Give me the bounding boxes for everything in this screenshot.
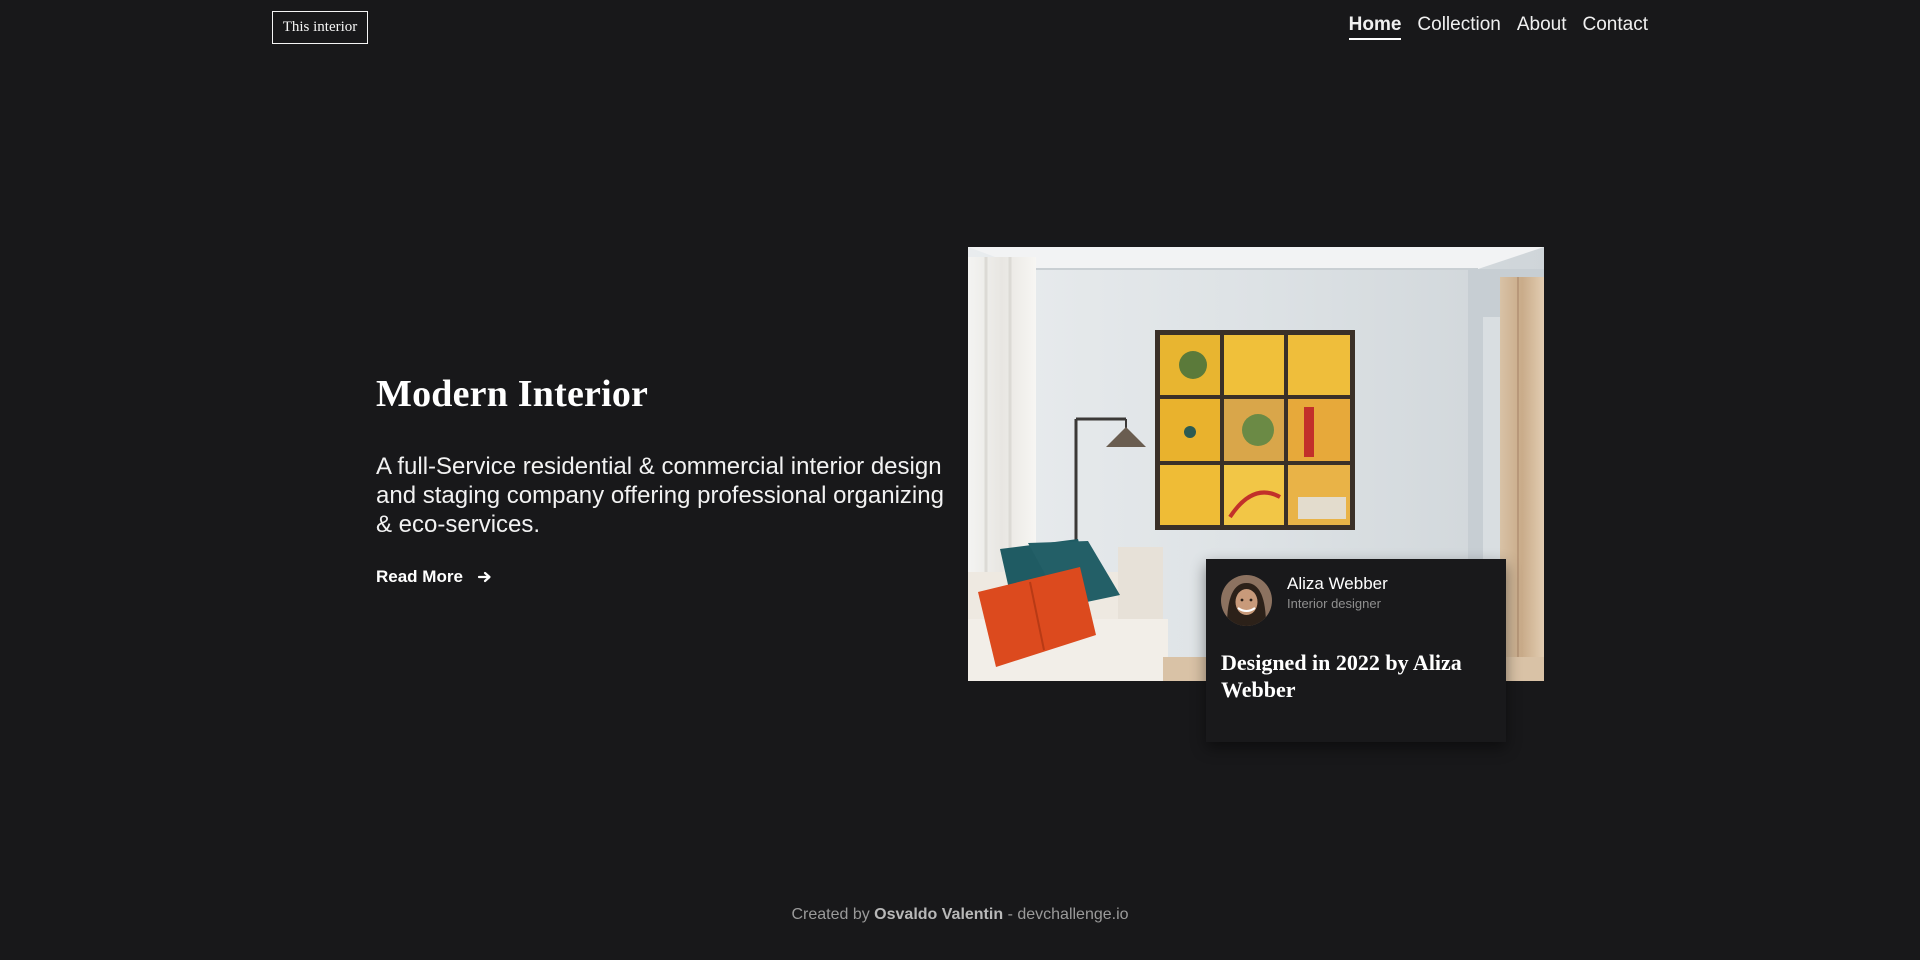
main-nav: Home Collection About Contact bbox=[1348, 14, 1648, 40]
footer-author[interactable]: Osvaldo Valentin bbox=[874, 906, 1003, 923]
hero-description: A full-Service residential & commercial … bbox=[376, 453, 944, 538]
footer-separator: - bbox=[1007, 906, 1013, 923]
avatar bbox=[1221, 575, 1272, 626]
read-more-link[interactable]: Read More bbox=[376, 567, 493, 587]
footer: Created by Osvaldo Valentin - devchallen… bbox=[0, 906, 1920, 924]
nav-about[interactable]: About bbox=[1517, 14, 1567, 40]
footer-site[interactable]: devchallenge.io bbox=[1017, 906, 1128, 923]
site-header: This interior Home Collection About Cont… bbox=[0, 0, 1920, 56]
nav-home[interactable]: Home bbox=[1348, 14, 1402, 40]
designer-card: Aliza Webber Interior designer Designed … bbox=[1206, 559, 1506, 742]
logo[interactable]: This interior bbox=[272, 11, 368, 44]
card-title: Designed in 2022 by Aliza Webber bbox=[1221, 650, 1462, 702]
read-more-label: Read More bbox=[376, 567, 463, 586]
nav-contact[interactable]: Contact bbox=[1583, 14, 1648, 40]
footer-prefix: Created by bbox=[791, 906, 870, 923]
nav-collection[interactable]: Collection bbox=[1417, 14, 1500, 40]
hero-title: Modern Interior bbox=[376, 373, 649, 415]
designer-role: Interior designer bbox=[1287, 596, 1381, 611]
avatar-portrait bbox=[1221, 575, 1272, 626]
arrow-right-icon bbox=[477, 571, 491, 583]
designer-name: Aliza Webber bbox=[1287, 574, 1388, 593]
